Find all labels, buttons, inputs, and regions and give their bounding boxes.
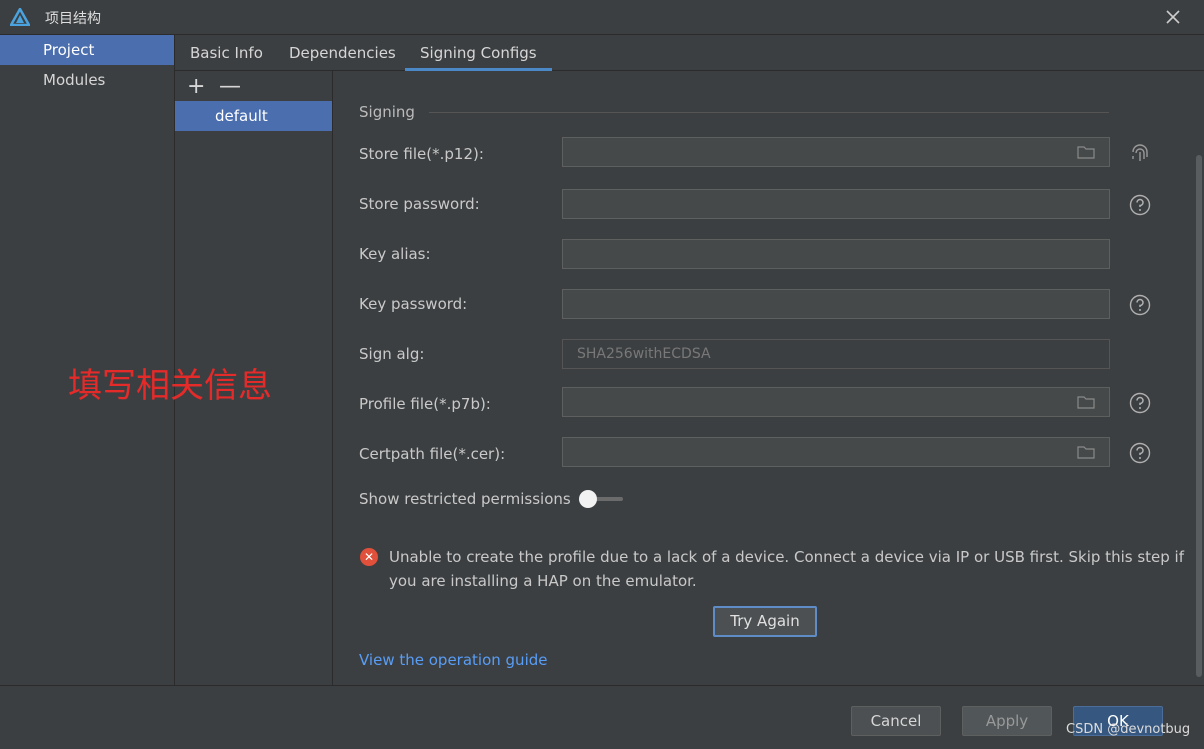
nav-item-project[interactable]: Project <box>0 35 174 65</box>
folder-icon[interactable] <box>1077 145 1095 159</box>
show-restricted-label: Show restricted permissions <box>359 490 571 508</box>
scrollbar[interactable] <box>1196 155 1202 677</box>
help-icon[interactable] <box>1129 392 1151 414</box>
toggle-knob[interactable] <box>579 490 597 508</box>
tab-signing-configs[interactable]: Signing Configs <box>405 35 552 71</box>
key-alias-label: Key alias: <box>359 245 431 263</box>
tab-basic-info[interactable]: Basic Info <box>190 35 263 71</box>
store-file-label: Store file(*.p12): <box>359 145 484 163</box>
remove-config-button[interactable]: — <box>219 76 241 98</box>
operation-guide-link[interactable]: View the operation guide <box>359 651 547 669</box>
add-config-button[interactable]: + <box>187 76 205 98</box>
signing-form: Signing Store file(*.p12): Store passwor… <box>333 71 1193 685</box>
store-file-input[interactable] <box>562 137 1110 167</box>
error-icon: ✕ <box>360 548 378 566</box>
store-password-label: Store password: <box>359 195 480 213</box>
nav-item-modules[interactable]: Modules <box>0 65 174 95</box>
error-message: Unable to create the profile due to a la… <box>389 548 1184 590</box>
dialog-footer: Cancel Apply OK CSDN @devnotbug <box>0 685 1204 749</box>
help-icon[interactable] <box>1129 294 1151 316</box>
tab-dependencies[interactable]: Dependencies <box>289 35 396 71</box>
key-alias-input[interactable] <box>562 239 1110 269</box>
profile-file-label: Profile file(*.p7b): <box>359 395 491 413</box>
help-icon[interactable] <box>1129 442 1151 464</box>
sign-alg-input: SHA256withECDSA <box>562 339 1110 369</box>
section-divider <box>429 112 1109 113</box>
title-bar: 项目结构 <box>0 0 1204 35</box>
certpath-file-label: Certpath file(*.cer): <box>359 445 506 463</box>
fingerprint-icon[interactable] <box>1129 142 1151 166</box>
app-logo-icon <box>10 8 30 26</box>
help-icon[interactable] <box>1129 194 1151 216</box>
close-icon[interactable] <box>1162 6 1184 28</box>
watermark: CSDN @devnotbug <box>1066 722 1191 737</box>
signing-config-list: + — default <box>175 71 333 685</box>
certpath-file-input[interactable] <box>562 437 1110 467</box>
folder-icon[interactable] <box>1077 395 1095 409</box>
config-item-default[interactable]: default <box>175 101 332 131</box>
apply-button[interactable]: Apply <box>962 706 1052 736</box>
key-password-input[interactable] <box>562 289 1110 319</box>
section-title: Signing <box>359 103 415 121</box>
key-password-label: Key password: <box>359 295 468 313</box>
profile-file-input[interactable] <box>562 387 1110 417</box>
try-again-button[interactable]: Try Again <box>713 606 817 637</box>
tab-bar: Basic Info Dependencies Signing Configs <box>175 35 1204 71</box>
cancel-button[interactable]: Cancel <box>851 706 941 736</box>
folder-icon[interactable] <box>1077 445 1095 459</box>
store-password-input[interactable] <box>562 189 1110 219</box>
sign-alg-label: Sign alg: <box>359 345 425 363</box>
window-title: 项目结构 <box>45 11 101 27</box>
